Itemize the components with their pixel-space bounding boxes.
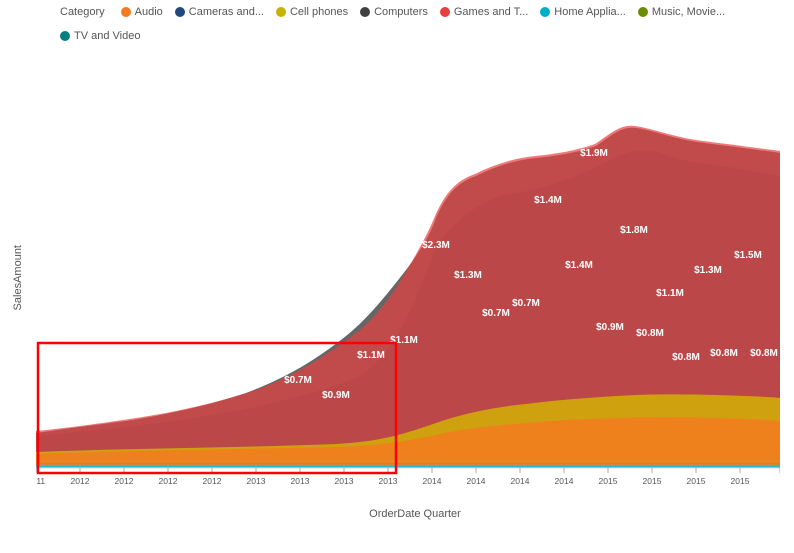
- xtick-1: 2012: [71, 476, 90, 486]
- legend-dot-music: [638, 7, 648, 17]
- label-13M: $1.3M: [454, 270, 482, 281]
- chart-legend: Category Audio Cameras and... Cell phone…: [0, 0, 794, 48]
- legend-dot-cellphones: [276, 7, 286, 17]
- label-07M-3: $0.7M: [512, 298, 540, 309]
- xtick-16: 2015: [731, 476, 750, 486]
- label-11M-1: $1.1M: [357, 350, 385, 361]
- legend-item-cellphones: Cell phones: [276, 6, 348, 18]
- label-14M-1: $1.4M: [534, 195, 562, 206]
- chart-body: SalesAmount: [0, 48, 794, 508]
- svg-text:Qtr 2: Qtr 2: [291, 486, 310, 488]
- y-axis-label: SalesAmount: [12, 245, 24, 310]
- xtick-15: 2015: [687, 476, 706, 486]
- x-axis-label: OrderDate Quarter: [369, 508, 461, 520]
- xtick-13: 2015: [599, 476, 618, 486]
- svg-text:Qtr 4: Qtr 4: [731, 486, 750, 488]
- svg-text:Qtr 3: Qtr 3: [335, 486, 354, 488]
- xtick-5: 2013: [247, 476, 266, 486]
- xtick-4: 2012: [203, 476, 222, 486]
- label-08M-4: $0.8M: [750, 348, 778, 359]
- label-1M-1: $1.0M: [207, 380, 235, 391]
- xtick-12: 2014: [555, 476, 574, 486]
- svg-text:Qtr 4: Qtr 4: [379, 486, 398, 488]
- label-08M-2: $0.8M: [672, 352, 700, 363]
- svg-text:Qtr 4: Qtr 4: [36, 486, 46, 488]
- legend-dot-computers: [360, 7, 370, 17]
- svg-text:Qtr 1: Qtr 1: [599, 486, 618, 488]
- xtick-0: 2011: [36, 476, 45, 486]
- xtick-7: 2013: [335, 476, 354, 486]
- svg-text:Qtr 2: Qtr 2: [115, 486, 134, 488]
- svg-text:Qtr 4: Qtr 4: [203, 486, 222, 488]
- label-14M-2: $1.4M: [565, 260, 593, 271]
- legend-item-homeappliances: Home Applia...: [540, 6, 626, 18]
- label-11M-3: $1.1M: [656, 288, 684, 299]
- legend-label-cameras: Cameras and...: [189, 6, 264, 18]
- label-1M-2: $1.0M: [245, 370, 273, 381]
- y-axis-container: SalesAmount: [0, 48, 36, 508]
- legend-dot-cameras: [175, 7, 185, 17]
- legend-dot-tv: [60, 31, 70, 41]
- legend-label-games: Games and T...: [454, 6, 528, 18]
- svg-text:Qtr 4: Qtr 4: [555, 486, 574, 488]
- label-07M-2: $0.7M: [482, 308, 510, 319]
- label-11M-2: $1.1M: [390, 335, 418, 346]
- svg-text:Qtr 2: Qtr 2: [643, 486, 662, 488]
- legend-dot-games: [440, 7, 450, 17]
- svg-text:Qtr 3: Qtr 3: [511, 486, 530, 488]
- legend-dot-homeappliances: [540, 7, 550, 17]
- legend-label-computers: Computers: [374, 6, 428, 18]
- label-15M: $1.5M: [734, 250, 762, 261]
- xtick-6: 2013: [291, 476, 310, 486]
- label-07M-1: $0.7M: [284, 375, 312, 386]
- legend-item-computers: Computers: [360, 6, 428, 18]
- label-13M-2: $1.3M: [694, 265, 722, 276]
- label-18M: $1.8M: [620, 225, 648, 236]
- xtick-2: 2012: [115, 476, 134, 486]
- xtick-8: 2013: [379, 476, 398, 486]
- label-09M-2: $0.9M: [596, 322, 624, 333]
- svg-text:Qtr 1: Qtr 1: [423, 486, 442, 488]
- label-23M: $2.3M: [422, 240, 450, 251]
- svg-text:Qtr 2: Qtr 2: [467, 486, 486, 488]
- legend-label-cellphones: Cell phones: [290, 6, 348, 18]
- legend-item-audio: Audio: [121, 6, 163, 18]
- svg-text:Qtr 3: Qtr 3: [159, 486, 178, 488]
- svg-text:Qtr 1: Qtr 1: [247, 486, 266, 488]
- stream-chart-svg: $1.0M $1.0M $0.7M $0.9M $1.1M $1.1M $2.3…: [36, 48, 780, 488]
- svg-text:Qtr 3: Qtr 3: [687, 486, 706, 488]
- svg-text:Qtr 1: Qtr 1: [71, 486, 90, 488]
- svg-container: $1.0M $1.0M $0.7M $0.9M $1.1M $1.1M $2.3…: [36, 48, 794, 508]
- legend-label-audio: Audio: [135, 6, 163, 18]
- legend-item-music: Music, Movie...: [638, 6, 725, 18]
- legend-dot-audio: [121, 7, 131, 17]
- legend-label-homeappliances: Home Applia...: [554, 6, 626, 18]
- legend-item-tv: TV and Video: [60, 30, 140, 42]
- label-08M-1: $0.8M: [636, 328, 664, 339]
- xtick-3: 2012: [159, 476, 178, 486]
- label-09M-1: $0.9M: [322, 390, 350, 401]
- legend-item-games: Games and T...: [440, 6, 528, 18]
- legend-label-music: Music, Movie...: [652, 6, 725, 18]
- xtick-14: 2015: [643, 476, 662, 486]
- label-19M: $1.9M: [580, 148, 608, 159]
- xtick-11: 2014: [511, 476, 530, 486]
- xtick-10: 2014: [467, 476, 486, 486]
- xtick-9: 2014: [423, 476, 442, 486]
- label-08M-3: $0.8M: [710, 348, 738, 359]
- legend-category-label: Category: [60, 6, 105, 18]
- legend-label-tv: TV and Video: [74, 30, 140, 42]
- chart-container: Category Audio Cameras and... Cell phone…: [0, 0, 794, 553]
- legend-item-cameras: Cameras and...: [175, 6, 264, 18]
